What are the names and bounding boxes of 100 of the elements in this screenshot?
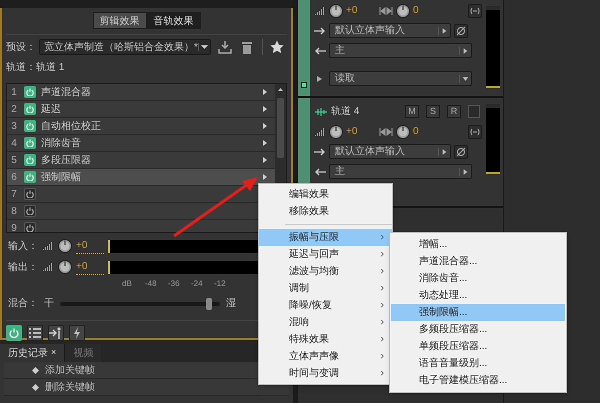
rack-toolbar-button[interactable] (27, 325, 43, 341)
slot-number: 6 (10, 170, 18, 184)
expand-arrow-icon[interactable] (261, 105, 269, 113)
menu-item[interactable]: 降噪/恢复 › (259, 297, 392, 314)
power-icon (26, 88, 34, 96)
preset-label: 预设： (6, 40, 36, 54)
power-toggle[interactable] (24, 171, 36, 183)
rack-power-button[interactable] (6, 325, 22, 341)
menu-item[interactable]: 单频段压缩器... (391, 338, 565, 355)
track-toggle-button[interactable]: R (447, 105, 461, 118)
power-toggle[interactable] (24, 188, 36, 200)
pan-value[interactable]: 0 (413, 3, 465, 18)
knob[interactable] (58, 260, 72, 274)
routing-dropdown[interactable]: 主 (329, 164, 472, 179)
power-icon (26, 207, 34, 215)
submenu-arrow: › (380, 366, 384, 382)
waveform-icon (314, 108, 328, 116)
effect-name: 延迟 (41, 102, 62, 116)
effect-slot[interactable]: 1 声道混合器 (7, 84, 275, 101)
menu-item[interactable]: 滤波与均衡 › (259, 263, 392, 280)
routing-dropdown[interactable]: 读取 (329, 71, 472, 86)
slot-number: 2 (10, 102, 18, 116)
menu-item[interactable]: 语音音量级别... (391, 355, 565, 372)
effect-slot[interactable]: 4 消除齿音 (7, 135, 275, 152)
menu-item[interactable]: 延迟与回声 › (259, 246, 392, 263)
tab-label: 历史记录 (8, 346, 48, 360)
save-preset-icon[interactable] (218, 40, 232, 54)
routing-dropdown[interactable]: 默认立体声输入 (329, 23, 451, 38)
preset-dropdown[interactable]: 宽立体声制造（哈斯铝合金效果）* (39, 39, 211, 55)
keyframe-diamond-icon (32, 366, 39, 374)
track-toggle-button[interactable]: S (426, 105, 440, 118)
track-name[interactable]: 轨道 4 (331, 104, 402, 119)
close-tab-button[interactable]: × (51, 346, 56, 360)
menu-item[interactable]: 多频段压缩器... (391, 321, 565, 338)
power-toggle[interactable] (24, 137, 36, 149)
slot-number: 9 (10, 222, 18, 232)
gain-value[interactable]: +0 (76, 238, 104, 254)
clip-tab[interactable]: 音轨效果 (146, 12, 200, 29)
power-toggle[interactable] (24, 154, 36, 166)
knob[interactable] (396, 4, 410, 18)
clip-tab[interactable]: 剪辑效果 (92, 12, 146, 29)
menu-item[interactable]: 增幅... (391, 236, 565, 253)
effect-slot[interactable]: 2 延迟 (7, 101, 275, 118)
effect-slot[interactable]: 6 强制限幅 (7, 169, 275, 186)
effect-slot[interactable]: 3 自动相位校正 (7, 118, 275, 135)
panel-tab[interactable]: 历史记录 × (0, 344, 64, 362)
power-toggle[interactable] (24, 222, 36, 232)
menu-item[interactable]: 特殊效果 › (259, 331, 392, 348)
routing-dropdown[interactable]: 默认立体声输入 (329, 144, 451, 159)
volume-value[interactable]: +0 (346, 3, 376, 18)
expand-arrow-icon[interactable] (261, 122, 269, 130)
knob[interactable] (396, 124, 410, 138)
menu-item[interactable]: 立体声声像 › (259, 348, 392, 365)
stereo-button[interactable] (468, 124, 482, 138)
scale-label: -12 (214, 278, 224, 290)
expand-arrow-icon[interactable] (261, 173, 269, 181)
volume-value[interactable]: +0 (346, 124, 376, 139)
power-toggle[interactable] (24, 86, 36, 98)
menu-item[interactable]: 混响 › (259, 314, 392, 331)
menu-item[interactable]: 电子管建模压缩器... (391, 372, 565, 389)
expand-arrow-icon[interactable] (261, 139, 269, 147)
knob[interactable] (329, 4, 343, 18)
stereo-button[interactable] (468, 4, 482, 18)
slider-thumb[interactable] (206, 298, 212, 310)
menu-item[interactable]: 强制限幅... (391, 304, 565, 321)
pan-value[interactable]: 0 (413, 124, 465, 139)
gain-value[interactable]: +0 (76, 259, 104, 275)
track-toggle-button[interactable] (468, 105, 480, 118)
expand-arrow-icon[interactable] (261, 88, 269, 96)
knob[interactable] (58, 239, 72, 253)
trash-icon[interactable] (241, 40, 253, 54)
menu-item[interactable]: 消除齿音... (391, 270, 565, 287)
phase-invert-button[interactable] (454, 24, 468, 38)
power-toggle[interactable] (24, 120, 36, 132)
pan-icon (379, 126, 393, 136)
power-icon (26, 122, 34, 130)
star-icon[interactable] (270, 40, 284, 54)
io-label: 输出： (8, 260, 38, 274)
scale-label: -36 (168, 278, 178, 290)
dropdown-value: 主 (334, 164, 346, 179)
knob[interactable] (329, 124, 343, 138)
expand-arrow-icon[interactable] (261, 156, 269, 164)
volume-ramp-icon (314, 6, 326, 16)
track-select-indicator[interactable] (301, 82, 307, 88)
volume-ramp-icon (42, 241, 54, 251)
phase-invert-button[interactable] (454, 144, 468, 158)
menu-item[interactable]: 声道混合器... (391, 253, 565, 270)
menu-item[interactable]: 振幅与压限 › (259, 229, 392, 246)
track-toggle-button[interactable]: M (405, 105, 419, 118)
routing-dropdown[interactable]: 主 (329, 43, 472, 58)
power-toggle[interactable] (24, 205, 36, 217)
menu-item[interactable]: 调制 › (259, 280, 392, 297)
history-item[interactable]: 删除关键帧 (4, 379, 289, 396)
rack-toolbar-button[interactable] (69, 325, 85, 341)
menu-item[interactable]: 动态处理... (391, 287, 565, 304)
rack-toolbar-button[interactable] (48, 325, 64, 341)
effect-name: 自动相位校正 (41, 120, 102, 134)
effect-slot[interactable]: 5 多段压限器 (7, 152, 275, 169)
power-toggle[interactable] (24, 103, 36, 115)
slot-number: 7 (10, 188, 18, 202)
